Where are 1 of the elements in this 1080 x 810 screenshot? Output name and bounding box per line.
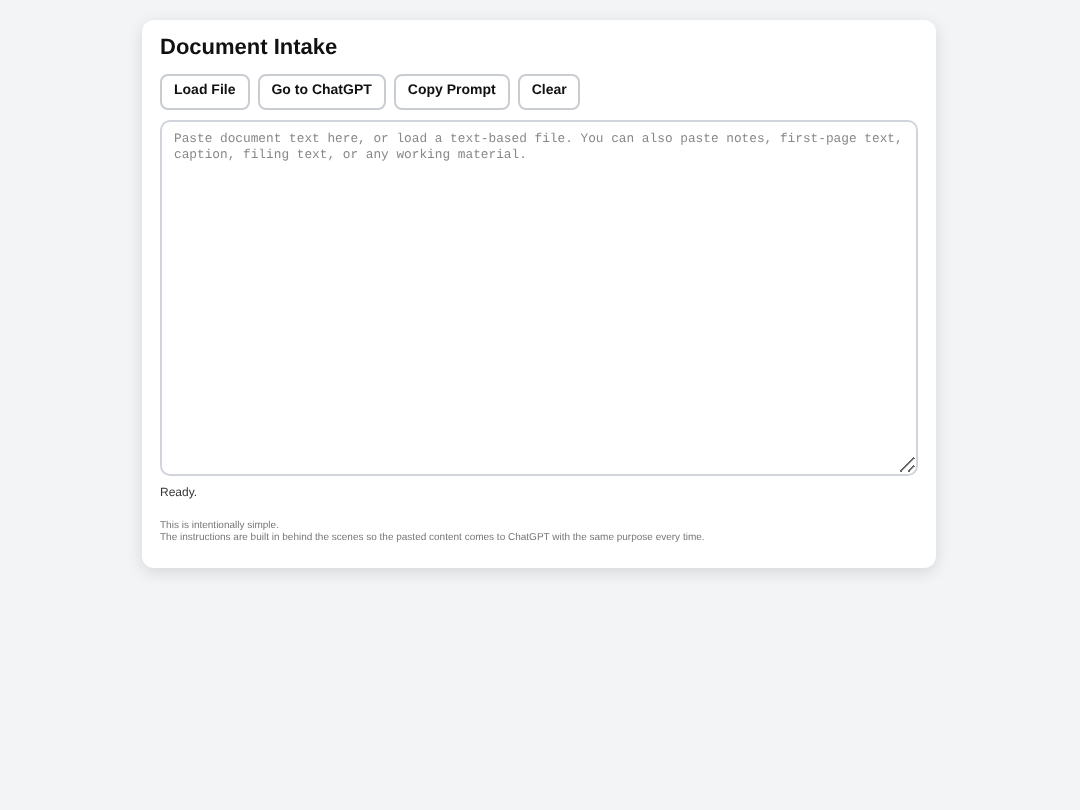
card-title: Document Intake [160,36,340,62]
